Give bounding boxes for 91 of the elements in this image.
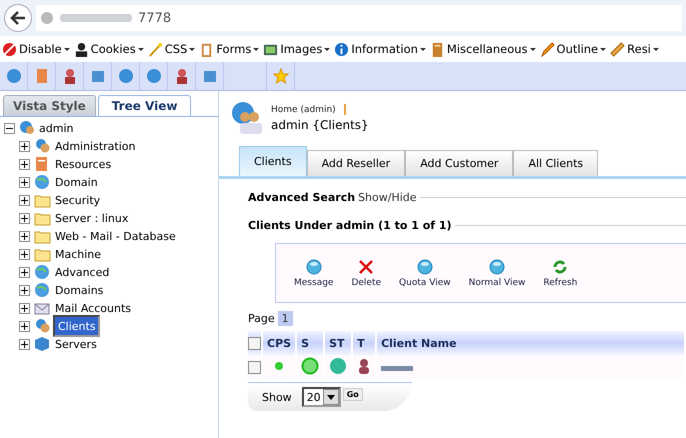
column-header: S xyxy=(297,331,324,355)
user-icon xyxy=(357,358,372,374)
action-button[interactable]: Quota View xyxy=(399,258,451,288)
back-arrow-icon xyxy=(10,11,26,25)
cube-icon xyxy=(202,68,218,84)
star-icon xyxy=(272,68,288,84)
tab[interactable]: Add Reseller xyxy=(306,150,406,176)
expand-icon[interactable] xyxy=(19,176,30,188)
go-button[interactable]: Go xyxy=(342,388,363,401)
action-button[interactable]: Refresh xyxy=(543,258,578,288)
people-icon xyxy=(19,120,35,136)
tab[interactable]: Add Customer xyxy=(405,150,514,176)
page-size-select[interactable]: 20 xyxy=(302,387,341,407)
tab[interactable]: Clients xyxy=(239,146,307,176)
status-sphere-icon xyxy=(329,356,348,374)
column-header: CPS xyxy=(263,331,296,355)
expand-icon[interactable] xyxy=(19,320,30,332)
tree-item[interactable]: Server : linux xyxy=(53,210,130,226)
caret-icon xyxy=(326,394,335,400)
page-title: admin {Clients} xyxy=(271,118,369,132)
toolbar-menu[interactable]: CSS xyxy=(148,42,196,56)
expand-icon[interactable] xyxy=(19,302,30,314)
column-header: ST xyxy=(325,331,352,355)
tree-item[interactable]: Mail Accounts xyxy=(53,300,133,316)
tree-item[interactable]: Advanced xyxy=(53,264,112,280)
tab[interactable]: Vista Style xyxy=(3,95,96,116)
collapse-icon[interactable] xyxy=(4,122,15,134)
tab[interactable]: Tree View xyxy=(98,95,192,116)
sphere-icon xyxy=(488,258,506,276)
people-icon xyxy=(34,138,51,154)
expand-icon[interactable] xyxy=(19,338,30,350)
expand-icon[interactable] xyxy=(19,194,30,206)
address-field[interactable]: 7778 xyxy=(36,5,682,31)
person-icon xyxy=(74,42,89,56)
tree-item[interactable]: Administration xyxy=(53,138,138,154)
refresh-icon xyxy=(551,258,570,276)
action-button[interactable]: Normal View xyxy=(468,258,526,288)
toolbar-menu[interactable]: Outline xyxy=(540,42,606,56)
back-button[interactable] xyxy=(4,4,32,32)
checkbox[interactable] xyxy=(248,360,261,374)
section-title: Clients Under admin (1 to 1 of 1) xyxy=(248,218,452,232)
cross-icon xyxy=(357,258,376,276)
tree-item[interactable]: Resources xyxy=(53,156,114,172)
action-button[interactable]: Message xyxy=(294,258,334,288)
redacted-text xyxy=(60,14,132,22)
toolbar-menu[interactable]: Images xyxy=(263,42,330,56)
expand-icon[interactable] xyxy=(19,230,30,242)
users-globe-icon xyxy=(229,100,265,136)
toolbar-menu[interactable]: Miscellaneous xyxy=(430,42,536,56)
show-hide-link[interactable]: Show/Hide xyxy=(358,190,417,204)
ruler-icon xyxy=(610,42,626,56)
checkbox[interactable] xyxy=(248,336,261,350)
cube-icon xyxy=(90,68,106,84)
tree-item[interactable]: Servers xyxy=(53,336,99,352)
sphere-icon xyxy=(416,258,434,276)
people-icon xyxy=(34,318,51,334)
show-label: Show xyxy=(262,390,292,404)
tree-item[interactable]: Clients xyxy=(53,315,100,337)
tree-item[interactable]: Security xyxy=(53,192,102,208)
pencil-icon xyxy=(540,42,555,56)
status-dot-icon xyxy=(274,360,284,370)
tree-item[interactable]: Domains xyxy=(53,282,106,298)
section-title: Advanced Search xyxy=(248,190,356,204)
status-ring-icon xyxy=(301,356,320,374)
column-header: Client Name xyxy=(377,331,684,355)
page-label: Page xyxy=(248,312,275,324)
expand-icon[interactable] xyxy=(19,266,30,278)
wand-icon xyxy=(148,42,163,56)
info-icon xyxy=(334,42,350,56)
cube-icon xyxy=(34,336,51,352)
action-button[interactable]: Delete xyxy=(351,258,382,288)
tree-item[interactable]: Domain xyxy=(53,174,100,190)
toolbar-menu[interactable]: Disable xyxy=(2,42,70,56)
sphere-icon xyxy=(304,258,323,276)
expand-icon[interactable] xyxy=(19,248,30,260)
tab[interactable]: All Clients xyxy=(513,150,598,176)
expand-icon[interactable] xyxy=(19,284,30,296)
expand-icon[interactable] xyxy=(19,140,30,152)
page-link[interactable]: 1 xyxy=(278,310,293,326)
tree-item[interactable]: Web - Mail - Database xyxy=(53,228,178,244)
breadcrumb-link[interactable]: Home (admin) xyxy=(271,104,336,114)
toolbar-menu[interactable]: Cookies xyxy=(74,42,144,56)
tree-item[interactable]: admin xyxy=(37,120,76,136)
tree-item[interactable]: Machine xyxy=(53,246,104,262)
expand-icon[interactable] xyxy=(19,212,30,224)
toolbar-menu[interactable]: Forms xyxy=(199,42,260,56)
expand-icon[interactable] xyxy=(19,158,30,170)
toolbar-menu[interactable]: Resi xyxy=(610,42,659,56)
redacted-text xyxy=(381,366,414,370)
toolbar-menu[interactable]: Information xyxy=(334,42,426,56)
column-header: T xyxy=(353,331,376,355)
